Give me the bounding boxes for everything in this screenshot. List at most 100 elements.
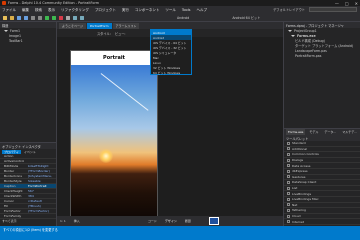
- tab-model[interactable]: モデル: [307, 129, 320, 135]
- checkbox[interactable]: [287, 180, 290, 184]
- tab-history[interactable]: 履歴: [185, 219, 191, 223]
- tab-code[interactable]: コード: [148, 219, 157, 223]
- new-icon[interactable]: [3, 15, 7, 20]
- project-manager: Forms.dproj - プロジェクト マネージャ ProjectGroup1…: [283, 22, 360, 128]
- checkbox[interactable]: [287, 186, 290, 190]
- run-without-debug-icon[interactable]: [52, 15, 56, 20]
- tab-events[interactable]: イベント: [24, 150, 36, 154]
- checkbox[interactable]: [287, 208, 290, 212]
- menu-project[interactable]: プロジェクト: [95, 8, 116, 13]
- property-value[interactable]: 567: [28, 189, 34, 193]
- search-input[interactable]: [309, 7, 357, 12]
- checkbox[interactable]: [287, 141, 290, 145]
- save-all-icon[interactable]: [24, 15, 28, 20]
- chevron-down-icon[interactable]: [288, 29, 292, 32]
- dropdown-option[interactable]: iOS デバイス - 32 ビット: [151, 45, 191, 50]
- device-thumbnail[interactable]: [208, 217, 219, 225]
- property-name: FormFactor: [4, 209, 21, 213]
- tab-design[interactable]: デザイン: [165, 219, 177, 223]
- step-into-icon[interactable]: [80, 15, 84, 20]
- menu-bar: ファイル 編集 検索 表示 リファクタリング プロジェクト 実行 コンポーネント…: [0, 6, 360, 14]
- menu-file[interactable]: ファイル: [2, 8, 16, 13]
- checkbox[interactable]: [287, 158, 290, 162]
- tab-portraitform[interactable]: PortraitForm: [86, 22, 112, 29]
- property-value[interactable]: [biSystemMenu,: [28, 174, 52, 178]
- step-over-icon[interactable]: [73, 15, 77, 20]
- status-text: すべての項目に1/2 (Item) を変更する: [3, 228, 58, 232]
- property-value[interactable]: (TFormFactor): [28, 209, 49, 213]
- minimize-button[interactable]: —: [335, 1, 339, 6]
- show-all-link[interactable]: すべて表示: [0, 219, 56, 224]
- menu-tools-en[interactable]: Tools: [182, 8, 191, 12]
- property-value[interactable]: Sizeable: [28, 179, 41, 183]
- tree-item[interactable]: ターゲット プラットフォーム (Android): [284, 43, 360, 48]
- target-device[interactable]: Android 64 ビット: [232, 15, 260, 20]
- stop-icon[interactable]: [59, 15, 63, 20]
- chevron-down-icon[interactable]: [291, 34, 295, 37]
- tab-welcome[interactable]: ようこそページ: [59, 22, 86, 29]
- palette-category-label: Cloud: [292, 214, 301, 219]
- property-value[interactable]: 384: [28, 194, 34, 198]
- palette-category[interactable]: Internet: [284, 219, 360, 225]
- property-value[interactable]: FormPortrait: [28, 184, 47, 188]
- menu-component[interactable]: コンポーネント: [135, 8, 160, 13]
- property-value[interactable]: (TBrush): [28, 204, 41, 208]
- dropdown-option[interactable]: 64 ビット Windows: [151, 70, 191, 75]
- tree-item-label: ToolBar1: [9, 38, 23, 43]
- menu-help[interactable]: ヘルプ: [197, 8, 208, 13]
- tab-project[interactable]: Forms.exe: [286, 129, 306, 135]
- checkbox[interactable]: [287, 214, 290, 218]
- menu-refactor[interactable]: リファクタリング: [61, 8, 89, 13]
- property-name: Fill: [4, 204, 9, 208]
- tree-item-toolbar1[interactable]: ToolBar1: [0, 38, 56, 43]
- tree-item-label: ターゲット プラットフォーム (Android): [295, 44, 354, 48]
- maximize-button[interactable]: □: [345, 1, 349, 6]
- property-name: ClientWidth: [4, 194, 22, 198]
- platform-dropdown[interactable]: Android Android iOS デバイス - 64 ビット iOS デバ…: [150, 29, 192, 75]
- status-row: すべての項目に1/2 (Item) を変更する: [0, 226, 360, 233]
- window-title: Forms - Delphi 10.4 Community Edition - …: [8, 1, 100, 5]
- layout-selector[interactable]: デフォルトレイアウト: [273, 7, 305, 12]
- checkbox[interactable]: [287, 192, 290, 196]
- tree-item[interactable]: PortraitForm.pas: [284, 53, 360, 58]
- platform-selector[interactable]: Android: [177, 16, 189, 20]
- pause-icon[interactable]: [66, 15, 70, 20]
- property-name: ActiveControl: [4, 159, 25, 163]
- checkbox[interactable]: [287, 203, 290, 207]
- checkbox[interactable]: [287, 175, 290, 179]
- open-icon[interactable]: [10, 15, 14, 20]
- checkbox[interactable]: [287, 169, 290, 173]
- checkbox[interactable]: [287, 197, 290, 201]
- checkbox[interactable]: [287, 147, 290, 151]
- position-indicator: 1: 1: [60, 219, 66, 223]
- menu-edit[interactable]: 編集: [22, 8, 29, 13]
- redo-icon[interactable]: [38, 15, 42, 20]
- dropdown-option[interactable]: iOS デバイス - 64 ビット: [151, 40, 191, 45]
- chevron-down-icon[interactable]: [4, 29, 8, 32]
- property-value[interactable]: crDefault: [28, 199, 42, 203]
- insert-mode: 挿入: [73, 219, 80, 223]
- property-value[interactable]: bdLeftToRight: [28, 164, 49, 168]
- menu-run[interactable]: 実行: [122, 8, 129, 13]
- tab-properties[interactable]: プロパティ: [2, 149, 21, 154]
- property-value[interactable]: (TFormBorder): [28, 169, 50, 173]
- run-icon[interactable]: [45, 15, 49, 20]
- save-icon[interactable]: [17, 15, 21, 20]
- tool-palette: Forms.exe モデル データ... マルチデ... ツールパレット Sta…: [283, 128, 360, 226]
- undo-icon[interactable]: [31, 15, 35, 20]
- tab-data[interactable]: データ...: [322, 129, 338, 135]
- checkbox[interactable]: [287, 152, 290, 156]
- property-name: Cursor: [4, 199, 14, 203]
- checkbox[interactable]: [287, 164, 290, 168]
- sunset-photo[interactable]: [71, 65, 157, 216]
- menu-tools[interactable]: ツール: [165, 8, 176, 13]
- close-button[interactable]: ✕: [355, 1, 358, 6]
- property-name: ClientHeight: [4, 189, 23, 193]
- menu-view[interactable]: 表示: [48, 8, 55, 13]
- tab-alarmlist[interactable]: アラームリスト: [112, 22, 140, 29]
- property-name: BiDiMode: [4, 164, 19, 168]
- checkbox[interactable]: [287, 220, 290, 224]
- menu-search[interactable]: 検索: [35, 8, 42, 13]
- view-label: ビュー:: [114, 31, 126, 36]
- tab-multidevice[interactable]: マルチデ...: [340, 129, 359, 135]
